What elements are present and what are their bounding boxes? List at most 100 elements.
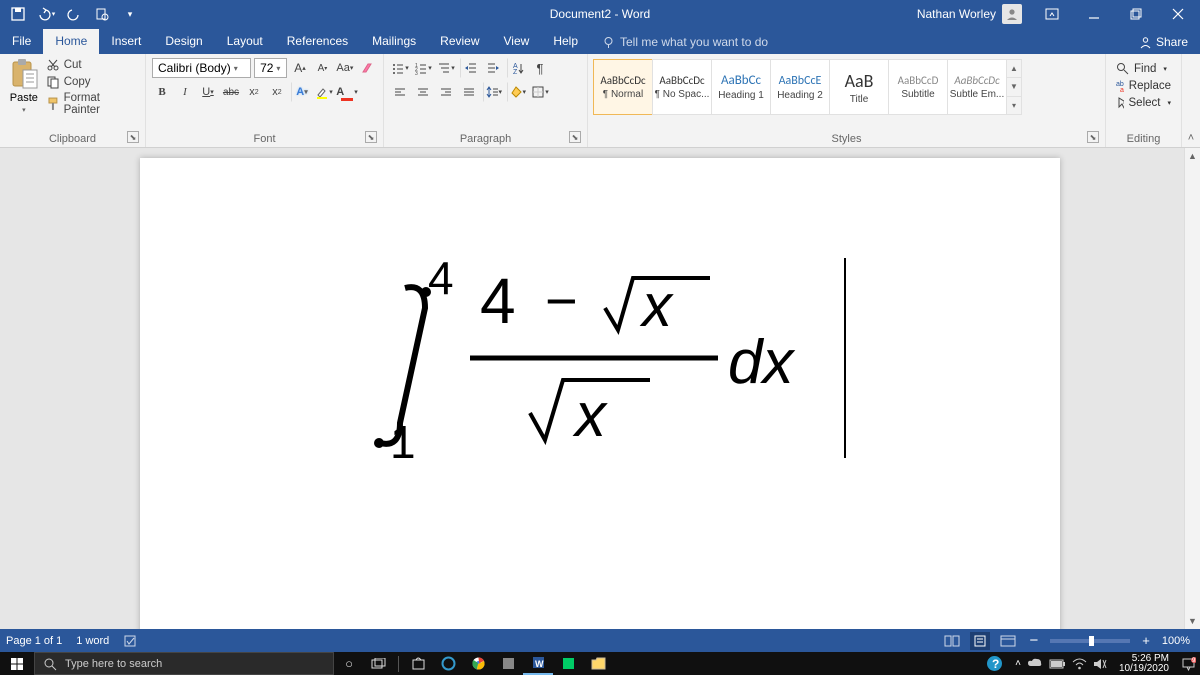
clear-formatting-icon[interactable] bbox=[358, 58, 377, 78]
read-mode-icon[interactable] bbox=[942, 632, 962, 650]
print-preview-icon[interactable] bbox=[90, 2, 114, 26]
cut-button[interactable]: Cut bbox=[46, 58, 139, 72]
tab-design[interactable]: Design bbox=[153, 29, 214, 54]
increase-indent-icon[interactable] bbox=[483, 58, 503, 78]
tray-chevron-icon[interactable]: ˄ bbox=[1015, 658, 1021, 669]
minimize-icon[interactable] bbox=[1074, 0, 1114, 28]
bold-button[interactable]: B bbox=[152, 82, 172, 102]
replace-button[interactable]: abacReplace bbox=[1116, 79, 1171, 92]
page-count[interactable]: Page 1 of 1 bbox=[6, 635, 62, 647]
zoom-in-button[interactable]: + bbox=[1138, 633, 1154, 648]
find-button[interactable]: Find▾ bbox=[1116, 62, 1171, 75]
restore-icon[interactable] bbox=[1116, 0, 1156, 28]
justify-icon[interactable] bbox=[459, 82, 479, 102]
taskbar-search[interactable]: Type here to search bbox=[34, 652, 334, 675]
avatar[interactable] bbox=[1002, 4, 1022, 24]
tab-help[interactable]: Help bbox=[541, 29, 590, 54]
show-marks-icon[interactable]: ¶ bbox=[530, 58, 550, 78]
taskbar-explorer-icon[interactable] bbox=[583, 652, 613, 675]
redo-icon[interactable] bbox=[62, 2, 86, 26]
style-heading-1[interactable]: AaBbCcHeading 1 bbox=[711, 59, 771, 115]
qat-customize-icon[interactable]: ▾ bbox=[118, 2, 142, 26]
print-layout-icon[interactable] bbox=[970, 632, 990, 650]
change-case-icon[interactable]: Aa▾ bbox=[335, 58, 354, 78]
scroll-up-icon[interactable]: ▲ bbox=[1185, 148, 1200, 164]
decrease-indent-icon[interactable] bbox=[460, 58, 480, 78]
style-title[interactable]: AaBTitle bbox=[829, 59, 889, 115]
word-count[interactable]: 1 word bbox=[76, 635, 109, 647]
align-right-icon[interactable] bbox=[436, 82, 456, 102]
cortana-icon[interactable]: ○ bbox=[334, 652, 364, 675]
paragraph-launcher[interactable]: ⬊ bbox=[569, 131, 581, 143]
styles-launcher[interactable]: ⬊ bbox=[1087, 131, 1099, 143]
borders-icon[interactable]: ▾ bbox=[530, 82, 550, 102]
style-subtle-em---[interactable]: AaBbCcDcSubtle Em... bbox=[947, 59, 1007, 115]
collapse-ribbon-icon[interactable]: ˄ bbox=[1188, 132, 1194, 144]
taskbar-chrome-icon[interactable] bbox=[463, 652, 493, 675]
select-button[interactable]: Select▾ bbox=[1116, 96, 1171, 109]
taskbar-store-icon[interactable] bbox=[403, 652, 433, 675]
clock[interactable]: 5:26 PM10/19/2020 bbox=[1113, 654, 1175, 674]
start-button[interactable] bbox=[0, 652, 34, 675]
grow-font-icon[interactable]: A▴ bbox=[290, 58, 309, 78]
volume-icon[interactable] bbox=[1093, 658, 1107, 670]
share-button[interactable]: Share bbox=[1127, 30, 1200, 54]
save-icon[interactable] bbox=[6, 2, 30, 26]
highlight-icon[interactable]: ▾ bbox=[314, 82, 334, 102]
font-size-combo[interactable]: 72▾ bbox=[254, 58, 287, 78]
numbering-icon[interactable]: 123▾ bbox=[413, 58, 433, 78]
strikethrough-button[interactable]: abc bbox=[221, 82, 241, 102]
zoom-out-button[interactable]: − bbox=[1026, 632, 1043, 649]
tab-view[interactable]: View bbox=[492, 29, 542, 54]
close-icon[interactable] bbox=[1158, 0, 1198, 28]
zoom-level[interactable]: 100% bbox=[1162, 635, 1194, 647]
style---no-spac---[interactable]: AaBbCcDc¶ No Spac... bbox=[652, 59, 712, 115]
multilevel-list-icon[interactable]: ▾ bbox=[436, 58, 456, 78]
zoom-slider[interactable] bbox=[1050, 639, 1130, 643]
style-subtitle[interactable]: AaBbCcDSubtitle bbox=[888, 59, 948, 115]
battery-icon[interactable] bbox=[1049, 659, 1066, 669]
superscript-button[interactable]: x2 bbox=[267, 82, 287, 102]
task-view-icon[interactable] bbox=[364, 652, 394, 675]
font-color-icon[interactable]: A▾ bbox=[337, 82, 357, 102]
paste-button[interactable]: Paste ▾ bbox=[6, 58, 42, 116]
tell-me-search[interactable]: Tell me what you want to do bbox=[590, 30, 780, 54]
subscript-button[interactable]: x2 bbox=[244, 82, 264, 102]
style---normal[interactable]: AaBbCcDc¶ Normal bbox=[593, 59, 653, 115]
copy-button[interactable]: Copy bbox=[46, 75, 139, 89]
spellcheck-icon[interactable] bbox=[123, 634, 139, 648]
line-spacing-icon[interactable]: ▾ bbox=[483, 82, 503, 102]
scroll-down-icon[interactable]: ▼ bbox=[1185, 613, 1200, 629]
format-painter-button[interactable]: Format Painter bbox=[46, 92, 139, 116]
equation-object[interactable]: 4 1 4 − x x dx bbox=[350, 248, 830, 468]
tab-home[interactable]: Home bbox=[43, 29, 99, 54]
tab-layout[interactable]: Layout bbox=[215, 29, 275, 54]
tab-file[interactable]: File bbox=[0, 29, 43, 54]
font-launcher[interactable]: ⬊ bbox=[365, 131, 377, 143]
styles-scroll[interactable]: ▲▼▾ bbox=[1006, 59, 1022, 115]
align-center-icon[interactable] bbox=[413, 82, 433, 102]
bullets-icon[interactable]: ▾ bbox=[390, 58, 410, 78]
shading-icon[interactable]: ▾ bbox=[507, 82, 527, 102]
text-effects-icon[interactable]: A▾ bbox=[291, 82, 311, 102]
taskbar-app-icon[interactable] bbox=[493, 652, 523, 675]
sort-icon[interactable]: AZ bbox=[507, 58, 527, 78]
align-left-icon[interactable] bbox=[390, 82, 410, 102]
shrink-font-icon[interactable]: A▾ bbox=[313, 58, 332, 78]
document-page[interactable]: 4 1 4 − x x dx bbox=[140, 158, 1060, 629]
tab-insert[interactable]: Insert bbox=[99, 29, 153, 54]
taskbar-app2-icon[interactable] bbox=[553, 652, 583, 675]
underline-button[interactable]: U▾ bbox=[198, 82, 218, 102]
clipboard-launcher[interactable]: ⬊ bbox=[127, 131, 139, 143]
style-heading-2[interactable]: AaBbCcEHeading 2 bbox=[770, 59, 830, 115]
italic-button[interactable]: I bbox=[175, 82, 195, 102]
onedrive-icon[interactable] bbox=[1027, 658, 1043, 669]
help-icon[interactable]: ? bbox=[979, 652, 1009, 675]
ribbon-display-icon[interactable] bbox=[1032, 0, 1072, 28]
undo-icon[interactable]: ▾ bbox=[34, 2, 58, 26]
taskbar-word-icon[interactable]: W bbox=[523, 652, 553, 675]
notifications-icon[interactable]: 9 bbox=[1181, 657, 1196, 671]
font-name-combo[interactable]: Calibri (Body)▾ bbox=[152, 58, 251, 78]
wifi-icon[interactable] bbox=[1072, 658, 1087, 670]
vertical-scrollbar[interactable]: ▲ ▼ bbox=[1184, 148, 1200, 629]
